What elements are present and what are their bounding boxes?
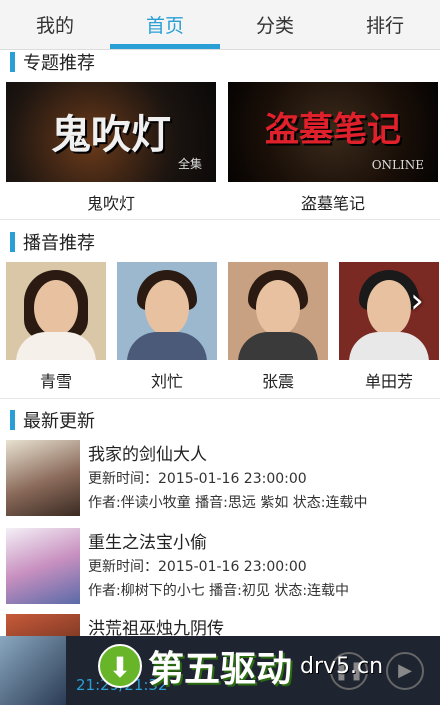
topic-card-guichuideng[interactable]: 鬼吹灯 全集 鬼吹灯	[6, 82, 216, 214]
section-latest-title: 最新更新	[23, 411, 95, 432]
news-meta: 作者:柳树下的小七 播音:初见 状态:连载中	[88, 583, 350, 599]
host-photo	[228, 262, 328, 360]
news-update-time: 更新时间：2015-01-16 23:00:00	[88, 559, 307, 575]
host-photo	[117, 262, 217, 360]
tab-home[interactable]: 首页	[110, 0, 220, 49]
top-tab-bar: 我的 首页 分类 排行	[0, 0, 440, 50]
news-title: 洪荒祖巫烛九阴传	[88, 619, 224, 636]
player-cover-image[interactable]	[0, 636, 66, 705]
host-body	[16, 332, 96, 360]
news-cover-image	[6, 440, 80, 516]
tab-mine[interactable]: 我的	[0, 0, 110, 49]
section-topics-title: 专题推荐	[23, 53, 95, 74]
watermark-brand: 第五驱动	[148, 649, 293, 690]
topic-cover-subtitle: 全集	[177, 157, 202, 171]
download-arrow-icon: ⬇	[98, 644, 142, 688]
next-track-icon[interactable]: ▶	[386, 652, 424, 690]
news-cover-image	[6, 614, 80, 636]
host-face	[34, 280, 78, 336]
section-marker	[10, 52, 15, 72]
host-photo	[6, 262, 106, 360]
watermark: ⬇ 第五驱动 drv5.cn	[98, 638, 383, 694]
host-card-liumang[interactable]: 刘忙	[117, 262, 217, 392]
host-body	[349, 332, 429, 360]
news-title: 我家的剑仙大人	[88, 445, 207, 465]
news-item[interactable]: 洪荒祖巫烛九阴传	[0, 612, 440, 636]
topic-cover-image: 鬼吹灯 全集	[6, 82, 216, 182]
section-marker	[10, 410, 15, 430]
news-title: 重生之法宝小偷	[88, 533, 207, 553]
host-body	[238, 332, 318, 360]
host-face	[145, 280, 189, 336]
host-card-qingxue[interactable]: 青雪	[6, 262, 106, 392]
host-card-shantianfang[interactable]: 单田芳	[339, 262, 439, 392]
host-name: 张震	[261, 372, 294, 391]
topic-cover-image: 盗墓笔记 ONLINE	[228, 82, 438, 182]
topic-cover-title: 盗墓笔记	[265, 110, 401, 150]
news-update-time: 更新时间：2015-01-16 23:00:00	[88, 471, 307, 487]
news-item[interactable]: 重生之法宝小偷 更新时间：2015-01-16 23:00:00 作者:柳树下的…	[0, 526, 440, 612]
watermark-domain: drv5.cn	[300, 653, 384, 679]
section-hosts-title: 播音推荐	[23, 233, 95, 254]
host-card-zhangzhen[interactable]: 张震	[228, 262, 328, 392]
section-hosts-header: 播音推荐	[0, 228, 440, 256]
divider	[0, 219, 440, 220]
tab-category[interactable]: 分类	[220, 0, 330, 49]
divider	[0, 398, 440, 399]
host-name: 青雪	[39, 372, 72, 391]
topic-caption: 鬼吹灯	[86, 194, 135, 213]
news-cover-image	[6, 528, 80, 604]
host-body	[127, 332, 207, 360]
topic-cover-title: 鬼吹灯	[51, 111, 171, 158]
section-topics-header: 专题推荐	[0, 48, 440, 76]
scroll-right-arrow-icon[interactable]: ›	[402, 284, 432, 318]
section-marker	[10, 232, 15, 252]
news-item[interactable]: 我家的剑仙大人 更新时间：2015-01-16 23:00:00 作者:伴读小牧…	[0, 438, 440, 524]
news-meta: 作者:伴读小牧童 播音:思远 紫如 状态:连载中	[88, 495, 368, 511]
topic-caption: 盗墓笔记	[300, 194, 365, 213]
section-latest-header: 最新更新	[0, 406, 440, 434]
tab-ranking[interactable]: 排行	[330, 0, 440, 49]
host-name: 刘忙	[150, 372, 183, 391]
host-face	[256, 280, 300, 336]
topic-card-daomubiji[interactable]: 盗墓笔记 ONLINE 盗墓笔记	[228, 82, 438, 214]
topic-cover-subtitle: ONLINE	[371, 158, 424, 172]
host-name: 单田芳	[364, 372, 413, 391]
